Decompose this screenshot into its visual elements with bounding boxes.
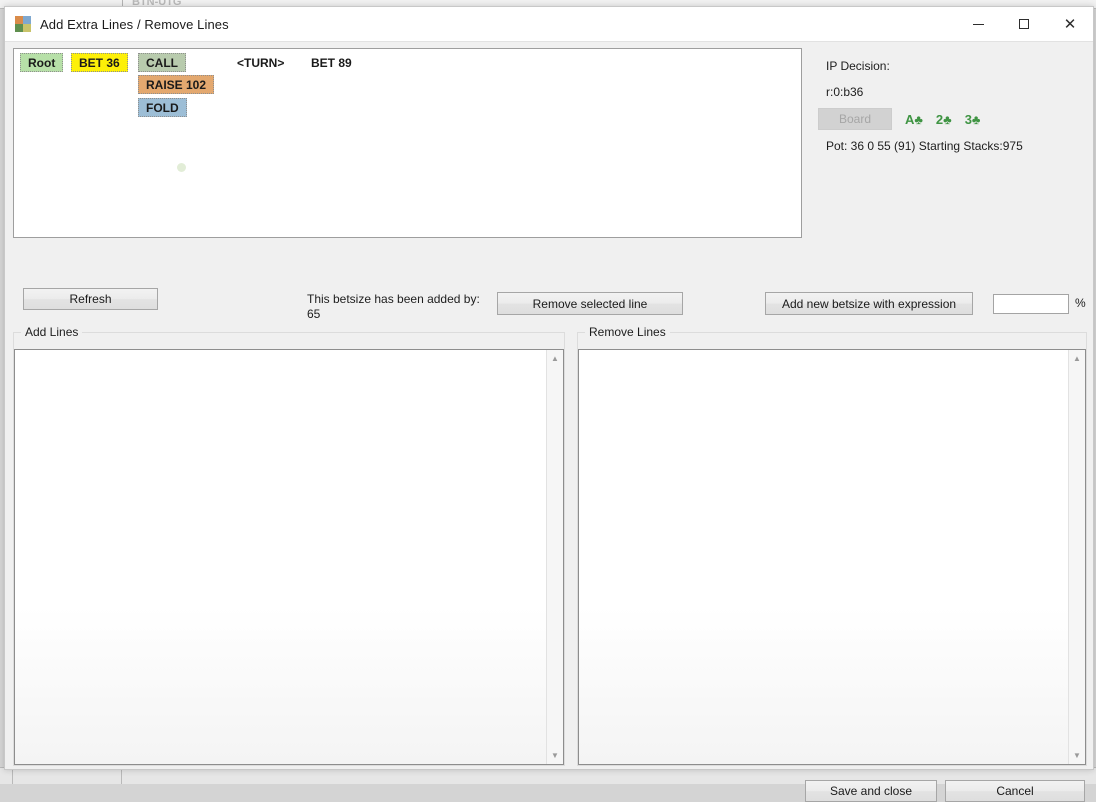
background-bottom-cell: [12, 768, 122, 784]
ip-decision-value: r:0:b36: [826, 85, 864, 99]
add-lines-group: Add Lines ▲ ▼: [13, 325, 565, 766]
remove-lines-listbox[interactable]: ▲ ▼: [578, 349, 1086, 765]
scroll-up-icon[interactable]: ▲: [547, 350, 564, 367]
add-lines-scrollbar[interactable]: ▲ ▼: [546, 350, 563, 764]
tree-node-turn[interactable]: <TURN>: [229, 53, 293, 72]
add-lines-listbox[interactable]: ▲ ▼: [14, 349, 564, 765]
betsize-input[interactable]: [993, 294, 1069, 314]
tree-node-bet-89[interactable]: BET 89: [303, 53, 360, 72]
pot-info-label: Pot: 36 0 55 (91) Starting Stacks:975: [826, 139, 1023, 153]
add-lines-label: Add Lines: [21, 325, 83, 339]
add-new-betsize-button[interactable]: Add new betsize with expression: [765, 292, 973, 315]
tree-node-bet-36[interactable]: BET 36: [71, 53, 128, 72]
board-row: Board A♣ 2♣ 3♣: [818, 108, 980, 130]
refresh-button[interactable]: Refresh: [23, 288, 158, 310]
board-card-2: 2♣: [935, 111, 952, 127]
scroll-down-icon[interactable]: ▼: [1069, 747, 1086, 764]
minimize-icon[interactable]: [955, 7, 1001, 41]
tree-node-blank[interactable]: [192, 53, 230, 72]
cancel-button[interactable]: Cancel: [945, 780, 1085, 802]
board-card-1: A♣: [905, 111, 923, 127]
ip-decision-panel: IP Decision: r:0:b36 Board A♣ 2♣ 3♣ Pot:…: [810, 48, 1087, 238]
close-icon[interactable]: ✕: [1047, 7, 1093, 41]
ip-decision-label: IP Decision:: [826, 59, 890, 73]
betsize-added-note: This betsize has been added by: 65: [307, 292, 480, 321]
add-extra-lines-dialog: Add Extra Lines / Remove Lines ✕ Root BE…: [4, 6, 1094, 802]
save-and-close-button[interactable]: Save and close: [805, 780, 937, 802]
window-controls: ✕: [955, 7, 1093, 41]
window-title: Add Extra Lines / Remove Lines: [40, 16, 229, 32]
scroll-up-icon[interactable]: ▲: [1069, 350, 1086, 367]
scroll-down-icon[interactable]: ▼: [547, 747, 564, 764]
tree-node-raise-102[interactable]: RAISE 102: [138, 75, 215, 94]
remove-lines-scrollbar[interactable]: ▲ ▼: [1068, 350, 1085, 764]
board-button[interactable]: Board: [818, 108, 892, 130]
remove-lines-group: Remove Lines ▲ ▼: [577, 325, 1087, 766]
game-tree-panel[interactable]: Root BET 36 CALL <TURN> BET 89 RAISE 102…: [13, 48, 802, 238]
tree-marker-dot: [177, 163, 186, 172]
remove-lines-label: Remove Lines: [585, 325, 670, 339]
remove-selected-line-button[interactable]: Remove selected line: [497, 292, 683, 315]
title-bar[interactable]: Add Extra Lines / Remove Lines ✕: [5, 7, 1093, 42]
tree-node-fold[interactable]: FOLD: [138, 98, 187, 117]
tree-node-call[interactable]: CALL: [138, 53, 186, 72]
board-card-3: 3♣: [964, 111, 981, 127]
tree-node-root[interactable]: Root: [20, 53, 64, 72]
percent-label: %: [1075, 296, 1086, 310]
grid-app-icon: [15, 16, 31, 32]
maximize-icon[interactable]: [1001, 7, 1047, 41]
